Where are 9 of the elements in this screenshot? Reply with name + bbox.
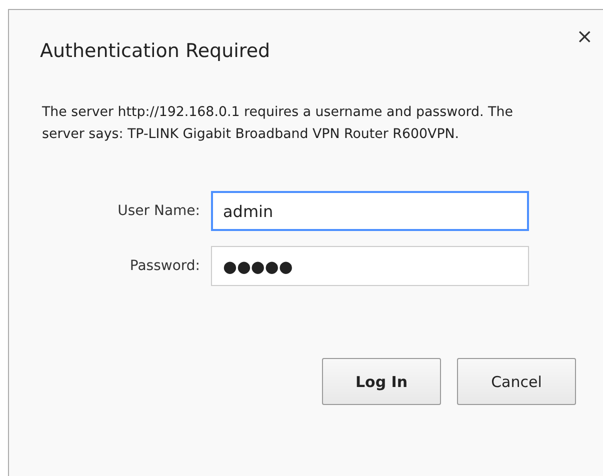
cancel-button[interactable]: Cancel (457, 358, 576, 405)
input-field[interactable]: ●●●●● (211, 246, 529, 286)
dialog-title: Authentication Required (40, 40, 270, 62)
login-button[interactable]: Log In (322, 358, 441, 405)
field-label: User Name: (118, 203, 200, 219)
close-button[interactable]: × (572, 26, 597, 46)
message-text: The server http://192.168.0.1 requires a username and password. The server says: TP-LINK Gigabit Broadband VPN Router R600VPN. (42, 104, 514, 144)
field-label: Password: (130, 258, 200, 274)
input-field[interactable]: admin (211, 191, 529, 231)
